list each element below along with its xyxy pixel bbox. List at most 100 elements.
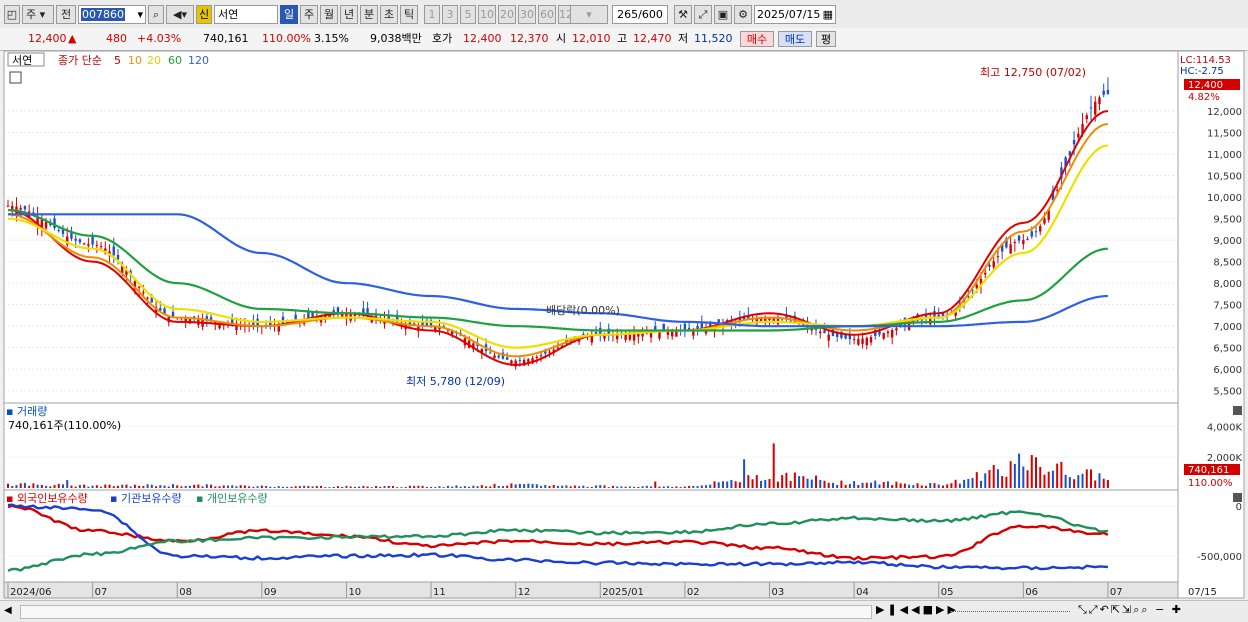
code-input[interactable]: 007860 ▾ <box>78 5 146 24</box>
candle-body <box>1077 133 1080 138</box>
stock-name-field[interactable]: 서연 <box>214 5 278 24</box>
date-field[interactable]: 2025/07/15 ▦ <box>754 5 836 24</box>
ask1-value: 12,400 <box>463 32 502 45</box>
volume-bar <box>87 486 90 488</box>
period-2[interactable]: 월 <box>320 5 338 24</box>
volume-bar <box>396 487 399 488</box>
chart-tools-icon[interactable]: ⚒ <box>674 5 692 24</box>
volume-bar <box>1026 470 1029 488</box>
volume-bar <box>353 486 356 488</box>
candle-body <box>1072 140 1076 145</box>
period-1[interactable]: 주 <box>300 5 318 24</box>
volume-bar <box>679 487 682 488</box>
interval-60[interactable]: 60 <box>538 5 556 24</box>
volume-bar <box>666 486 669 488</box>
volume-bar <box>125 484 128 488</box>
zoom-track[interactable] <box>950 611 1070 614</box>
interval-input[interactable]: ▾ <box>570 5 608 24</box>
volume-bar <box>387 485 390 488</box>
legend-label: 종가 단순 <box>58 54 102 67</box>
dividend-annotation: 배당락(0.00%) <box>546 304 620 317</box>
candle-body <box>984 272 987 275</box>
scroll-track[interactable] <box>20 605 872 619</box>
avg-button[interactable]: 평 <box>816 31 836 47</box>
volume-bar <box>895 481 898 488</box>
volume-bar <box>662 486 665 488</box>
volume-bar <box>91 485 94 488</box>
speaker-icon[interactable]: ◀▾ <box>166 5 194 24</box>
volume-bar <box>400 487 403 488</box>
volume-bar <box>692 485 695 488</box>
calendar-icon[interactable]: ▦ <box>823 6 833 23</box>
volume-bar <box>121 484 124 488</box>
market-select[interactable]: 주 ▾ <box>22 5 54 24</box>
volume-bar <box>248 486 251 488</box>
volume-bar <box>472 485 475 488</box>
turnover-value: 3.15% <box>314 32 349 45</box>
volume-bar <box>823 480 826 488</box>
sell-button[interactable]: 매도 <box>778 31 812 47</box>
volume-bar <box>853 481 856 488</box>
candle-body <box>895 328 898 331</box>
volume-bar <box>861 482 864 488</box>
volume-bar <box>912 485 915 488</box>
interval-1[interactable]: 1 <box>424 5 440 24</box>
volume-bar <box>578 486 581 488</box>
volume-bar <box>375 486 378 488</box>
interval-5[interactable]: 5 <box>460 5 476 24</box>
volume-close-icon[interactable] <box>1233 406 1242 415</box>
volume-bar <box>755 475 758 488</box>
volume-bar <box>523 484 526 488</box>
volume-bar <box>899 483 902 488</box>
candle-body <box>99 246 103 248</box>
volume-bar <box>717 482 720 488</box>
draw-icon[interactable]: ⤢ <box>694 5 712 24</box>
volume-bar <box>129 486 132 488</box>
period-6[interactable]: 틱 <box>400 5 418 24</box>
period-3[interactable]: 년 <box>340 5 358 24</box>
interval-3[interactable]: 3 <box>442 5 458 24</box>
interval-30[interactable]: 30 <box>518 5 536 24</box>
volume-bar <box>184 485 187 488</box>
interval-20[interactable]: 20 <box>498 5 516 24</box>
volume-bar <box>527 483 530 488</box>
candle-body <box>1034 231 1038 233</box>
shin-badge[interactable]: 신 <box>196 5 212 24</box>
volume-bar <box>857 485 860 488</box>
holdings-close-icon[interactable] <box>1233 493 1242 502</box>
volume-bar <box>776 481 779 488</box>
volume-bar <box>540 485 543 488</box>
chart-area[interactable]: 2024/06 07 08 09 10 11 12 2025/01 02 03 04 05 06 07 07… <box>0 50 1248 601</box>
buy-button[interactable]: 매수 <box>740 31 774 47</box>
search-icon[interactable]: ⌕ <box>148 5 164 24</box>
ma10-legend: 10 <box>128 54 142 67</box>
volume-bar <box>556 486 559 488</box>
candle-body <box>1085 115 1088 120</box>
gear-icon[interactable]: ⚙ <box>734 5 752 24</box>
period-0[interactable]: 일 <box>280 5 298 24</box>
date-label: 07 <box>95 587 108 598</box>
volume-bar <box>459 486 462 488</box>
count-field[interactable]: 265/600 <box>612 5 668 24</box>
candle-body <box>82 243 86 245</box>
mode-button[interactable]: 전 <box>56 5 76 24</box>
volume-bar <box>408 485 411 488</box>
period-5[interactable]: 초 <box>380 5 398 24</box>
volume-bar <box>1022 466 1025 488</box>
date-label: 2025/01 <box>602 587 644 598</box>
zoom-tools[interactable]: ⤡⤢↶⇱⇲⌕⌕ − ✚ <box>1078 603 1183 617</box>
volume-bar <box>941 485 944 488</box>
volume-bar <box>688 485 691 488</box>
table-icon[interactable] <box>9 71 22 84</box>
ask2-value: 12,370 <box>510 32 549 45</box>
volume-bar <box>882 482 885 488</box>
volume-bar <box>992 465 995 488</box>
candle-body <box>996 256 1000 258</box>
date-value: 2025/07/15 <box>757 8 821 21</box>
period-4[interactable]: 분 <box>360 5 378 24</box>
scroll-left-icon[interactable]: ◀ <box>4 604 12 618</box>
playback-controls[interactable]: ▶❚◀◀■▶▶ <box>876 603 959 616</box>
layout-icon[interactable]: ◰ <box>4 5 20 24</box>
interval-10[interactable]: 10 <box>478 5 496 24</box>
save-icon[interactable]: ▣ <box>714 5 732 24</box>
